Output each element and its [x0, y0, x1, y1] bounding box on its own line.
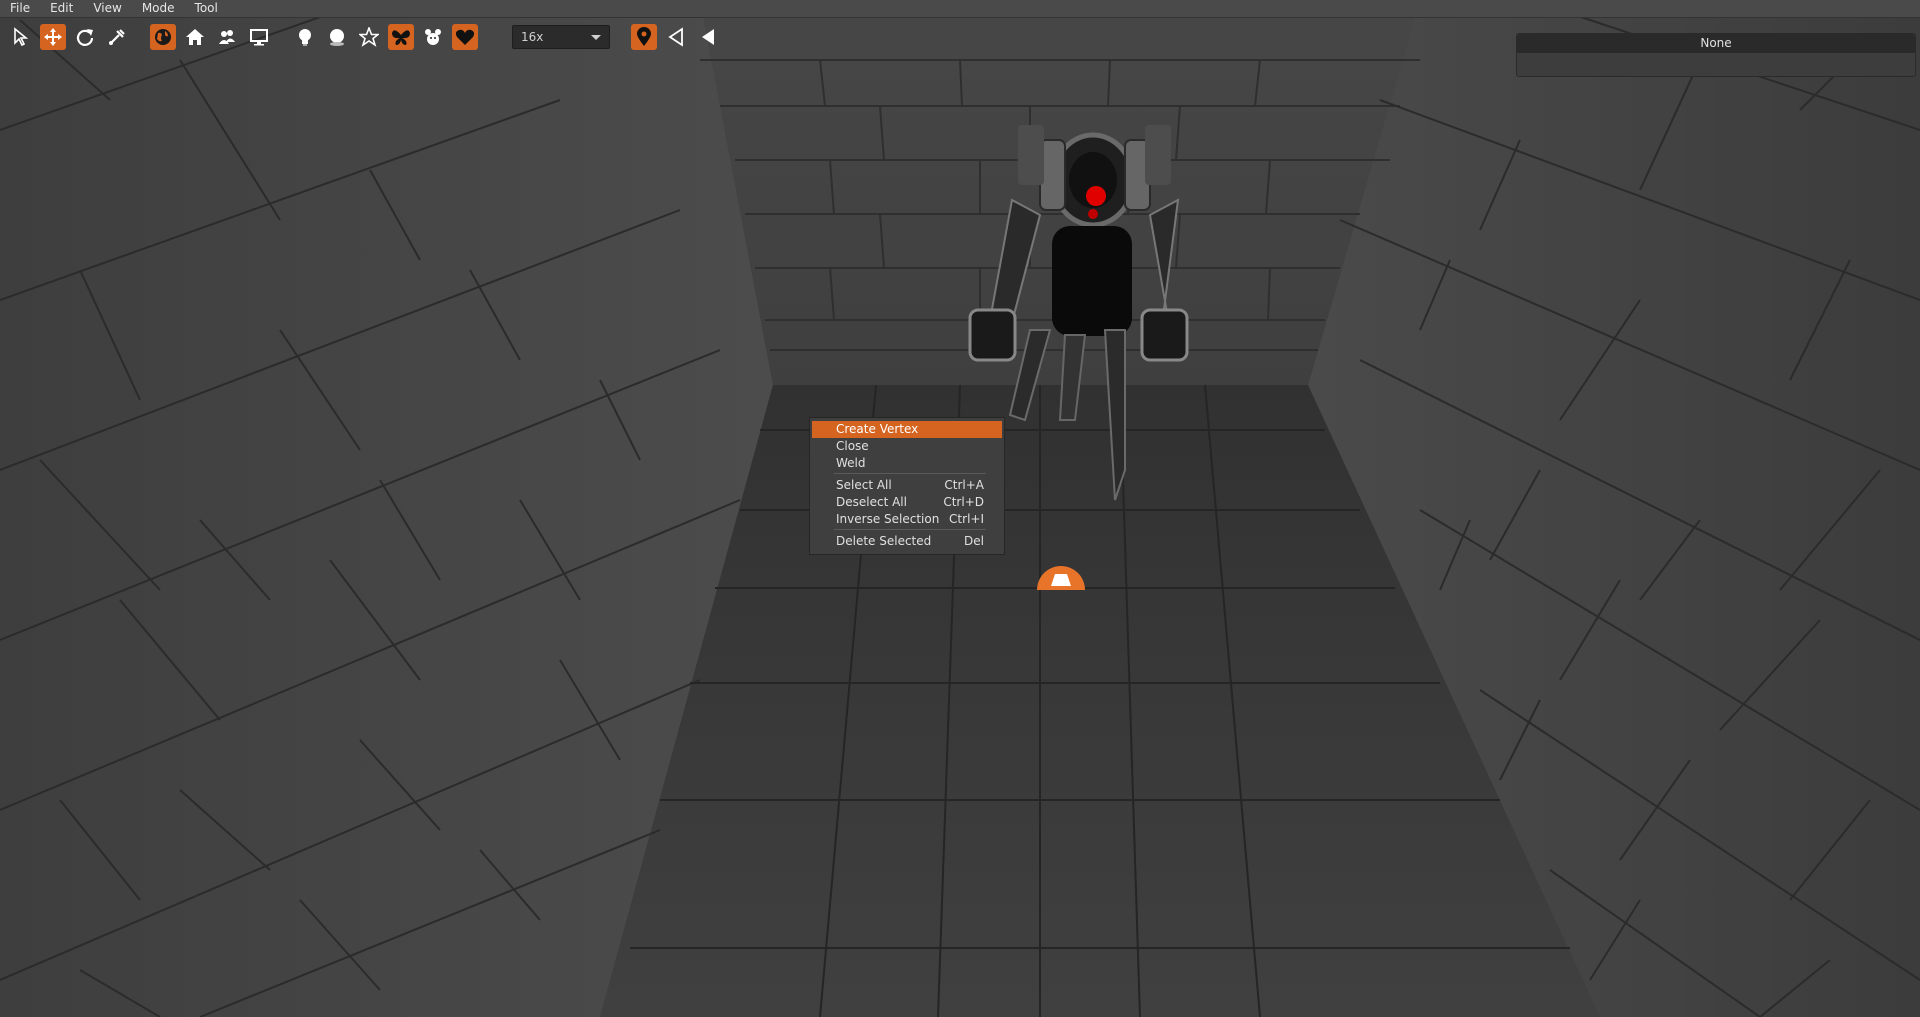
menu-item-shortcut: Ctrl+I [949, 512, 984, 526]
map-pin-icon [637, 27, 651, 46]
sphere-icon [330, 29, 344, 46]
creature-icon [425, 29, 441, 45]
menu-item-label: Select All [836, 478, 892, 492]
menu-item-weld[interactable]: Weld [812, 455, 1002, 472]
monitor-icon [250, 29, 268, 46]
menubar: File Edit View Mode Tool [0, 0, 1920, 18]
menu-item-delete-selected[interactable]: Delete Selected Del [812, 533, 1002, 550]
people-button[interactable] [214, 24, 240, 50]
triangle-filled-icon [702, 29, 714, 45]
butterfly-icon [392, 30, 410, 45]
lightbulb-icon [299, 29, 311, 46]
menu-item-shortcut: Del [964, 534, 984, 548]
menu-item-create-vertex[interactable]: Create Vertex [812, 421, 1002, 438]
context-menu: Create Vertex Close Weld Select All Ctrl… [809, 417, 1005, 555]
butterfly-button[interactable] [388, 24, 414, 50]
triangle-outline-button[interactable] [663, 24, 689, 50]
world-mode-button[interactable] [150, 24, 176, 50]
pointer-icon [14, 27, 29, 47]
menu-item-close[interactable]: Close [812, 438, 1002, 455]
spawn-point-marker[interactable] [1035, 562, 1087, 590]
menu-item-label: Weld [836, 456, 866, 470]
menu-item-label: Inverse Selection [836, 512, 940, 526]
grid-zoom-select[interactable]: 16x [512, 25, 610, 49]
menu-item-shortcut: Ctrl+D [943, 495, 984, 509]
rotate-icon [76, 29, 94, 46]
menu-edit[interactable]: Edit [40, 0, 83, 17]
menu-file[interactable]: File [0, 0, 40, 17]
menu-mode[interactable]: Mode [132, 0, 185, 17]
chevron-down-icon [591, 35, 601, 40]
pointer-tool-button[interactable] [8, 24, 34, 50]
properties-panel-title: None [1517, 34, 1915, 53]
menu-item-inverse-selection[interactable]: Inverse Selection Ctrl+I [812, 511, 1002, 528]
creature-button[interactable] [420, 24, 446, 50]
properties-panel: None [1516, 33, 1916, 77]
people-icon [219, 30, 235, 44]
move-tool-button[interactable] [40, 24, 66, 50]
health-button[interactable] [452, 24, 478, 50]
triangle-outline-icon [668, 27, 683, 47]
home-icon [186, 29, 204, 45]
menu-item-select-all[interactable]: Select All Ctrl+A [812, 477, 1002, 494]
menu-item-label: Create Vertex [836, 422, 919, 436]
vertex-tool-button[interactable] [104, 24, 130, 50]
triangle-filled-button[interactable] [695, 24, 721, 50]
menu-item-label: Close [836, 439, 869, 453]
monitor-button[interactable] [246, 24, 272, 50]
rotate-tool-button[interactable] [72, 24, 98, 50]
menu-item-label: Delete Selected [836, 534, 932, 548]
zoom-value: 16x [521, 30, 544, 44]
map-pin-button[interactable] [631, 24, 657, 50]
menu-view[interactable]: View [83, 0, 131, 17]
home-button[interactable] [182, 24, 208, 50]
menu-item-shortcut: Ctrl+A [944, 478, 984, 492]
light-button[interactable] [292, 24, 318, 50]
menu-separator [834, 473, 986, 474]
star-button[interactable] [356, 24, 382, 50]
move-icon [44, 28, 62, 46]
menu-item-label: Deselect All [836, 495, 907, 509]
sphere-button[interactable] [324, 24, 350, 50]
star-icon [359, 27, 379, 47]
robot-eye [1086, 186, 1106, 206]
menu-item-deselect-all[interactable]: Deselect All Ctrl+D [812, 494, 1002, 511]
globe-icon [155, 29, 171, 45]
vertex-tool-icon [109, 29, 125, 45]
menu-tool[interactable]: Tool [185, 0, 228, 17]
heart-icon [455, 29, 475, 45]
menu-separator [834, 529, 986, 530]
